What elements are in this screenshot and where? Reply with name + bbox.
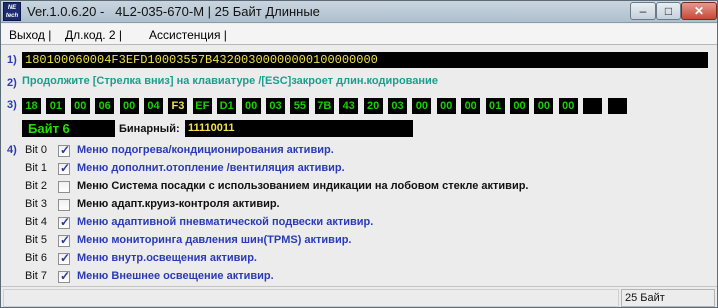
- app-window: NE tech Ver.1.0.6.20 - 4L2-035-670-M | 25…: [0, 0, 718, 308]
- checkmark-icon: ✓: [60, 161, 71, 175]
- close-button[interactable]: ✕: [681, 2, 717, 20]
- bit-checkbox[interactable]: ✓: [58, 215, 71, 229]
- byte-cell[interactable]: 03: [388, 98, 407, 114]
- section-4-label: 4): [7, 144, 17, 156]
- keyboard-hint: Продолжите [Стрелка вниз] на клавиатуре …: [22, 75, 438, 87]
- bit-label: Bit 3: [25, 198, 48, 210]
- byte-cell[interactable]: 00: [412, 98, 432, 114]
- byte-cell[interactable]: 04: [144, 98, 163, 114]
- byte-cell[interactable]: 01: [46, 98, 66, 114]
- byte-cell[interactable]: F3: [168, 98, 188, 114]
- byte-cell[interactable]: 00: [70, 98, 90, 114]
- checkmark-icon: ✓: [60, 215, 71, 229]
- bit-label: Bit 0: [25, 144, 48, 156]
- byte-cell[interactable]: 00: [558, 98, 578, 114]
- byte-cell[interactable]: 00: [119, 98, 139, 114]
- bit-description: Меню адапт.круиз-контроля активир.: [77, 198, 280, 210]
- byte-cell[interactable]: 06: [95, 98, 115, 114]
- byte-cell[interactable]: 55: [290, 98, 310, 114]
- section-1-label: 1): [7, 54, 17, 66]
- selected-byte-name: Байт 6: [22, 120, 115, 137]
- checkmark-icon: ✓: [60, 233, 71, 247]
- byte-cell[interactable]: 00: [534, 98, 554, 114]
- bit-description: Меню Внешнее освещение активир.: [77, 270, 274, 282]
- byte-cell[interactable]: 43: [339, 98, 359, 114]
- bit-description: Меню подогрева/кондиционирования активир…: [77, 144, 334, 156]
- bit-description: Меню Система посадки с использованием ин…: [77, 180, 529, 192]
- bit-description: Меню мониторинга давления шин(TPMS) акти…: [77, 234, 352, 246]
- minimize-button[interactable]: –: [630, 2, 656, 20]
- bit-checkbox[interactable]: [58, 199, 70, 211]
- byte-cell[interactable]: 03: [266, 98, 285, 114]
- byte-cell[interactable]: 01: [485, 98, 505, 114]
- byte-cell[interactable]: 00: [510, 98, 529, 114]
- byte-cell[interactable]: 7B: [314, 98, 334, 114]
- bit-label: Bit 2: [25, 180, 48, 192]
- byte-cell[interactable]: D1: [217, 98, 237, 114]
- menu-long-code-2[interactable]: Дл.код. 2 |: [65, 28, 122, 42]
- bit-description: Меню дополнит.отопление /вентиляция акти…: [77, 162, 345, 174]
- bit-label: Bit 6: [25, 252, 48, 264]
- status-bar: 25 Байт Длинные: [1, 286, 717, 307]
- status-panel-empty: [3, 289, 619, 307]
- bit-label: Bit 4: [25, 216, 48, 228]
- binary-value-field: 11110011: [185, 120, 413, 137]
- bit-checkbox[interactable]: ✓: [58, 233, 71, 247]
- bit-checkbox[interactable]: ✓: [58, 269, 71, 283]
- byte-cell[interactable]: EF: [192, 98, 212, 114]
- window-title: Ver.1.0.6.20 - 4L2-035-670-M | 25 Байт Д…: [27, 4, 320, 19]
- status-text: 25 Байт Длинные: [621, 289, 715, 307]
- byte-cell[interactable]: 00: [241, 98, 261, 114]
- maximize-button[interactable]: □: [656, 2, 681, 20]
- bit-checkbox[interactable]: [58, 181, 70, 193]
- byte-cell[interactable]: [607, 98, 627, 114]
- bit-label: Bit 1: [25, 162, 48, 174]
- checkmark-icon: ✓: [60, 143, 71, 157]
- byte-cell[interactable]: 00: [461, 98, 481, 114]
- checkmark-icon: ✓: [60, 251, 71, 265]
- title-bar[interactable]: NE tech Ver.1.0.6.20 - 4L2-035-670-M | 25…: [1, 1, 717, 23]
- bit-label: Bit 5: [25, 234, 48, 246]
- section-2-label: 2): [7, 77, 17, 89]
- byte-cell[interactable]: 20: [363, 98, 383, 114]
- bit-checkbox[interactable]: ✓: [58, 161, 71, 175]
- bit-description: Меню адаптивной пневматической подвески …: [77, 216, 374, 228]
- binary-label: Бинарный:: [119, 123, 180, 135]
- bit-checkbox[interactable]: ✓: [58, 251, 71, 265]
- menu-assistance[interactable]: Ассистенция |: [149, 28, 227, 42]
- byte-cell[interactable]: [583, 98, 603, 114]
- bit-description: Меню внутр.освещения активир.: [77, 252, 257, 264]
- bit-checkbox[interactable]: ✓: [58, 143, 71, 157]
- byte-cell[interactable]: 00: [436, 98, 456, 114]
- bit-label: Bit 7: [25, 270, 48, 282]
- section-3-label: 3): [7, 99, 17, 111]
- menu-exit[interactable]: Выход |: [9, 28, 51, 42]
- byte-cell[interactable]: 18: [22, 98, 41, 114]
- menu-bar: Выход | Дл.код. 2 | Ассистенция |: [1, 24, 717, 45]
- app-logo-icon: NE tech: [3, 2, 21, 21]
- checkmark-icon: ✓: [60, 269, 71, 283]
- long-coding-hex-field[interactable]: 180100060004F3EFD10003557B43200300000000…: [22, 52, 708, 68]
